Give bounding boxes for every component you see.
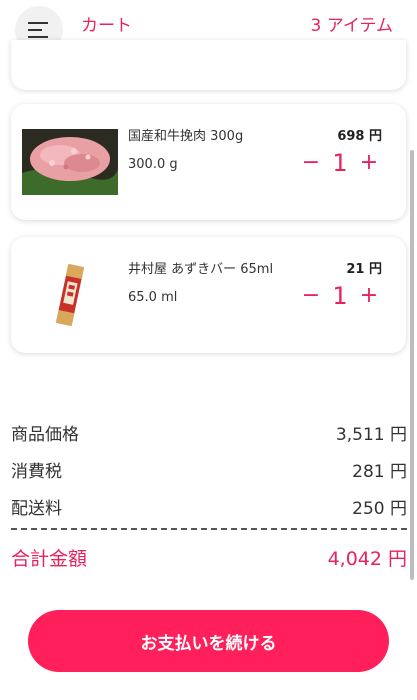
cart-item-card: 井村屋 あずきバー 65ml 21 円 65.0 ml − 1 + xyxy=(11,237,406,353)
tax-value: 281 円 xyxy=(352,462,407,482)
subtotal-value: 3,511 円 xyxy=(335,425,407,445)
page-title: カート xyxy=(81,16,132,36)
quantity-value: 1 xyxy=(332,149,348,177)
quantity-stepper: − 1 + xyxy=(300,151,380,175)
quantity-value: 1 xyxy=(332,282,348,310)
continue-payment-button[interactable]: お支払いを続ける xyxy=(28,610,389,672)
item-weight: 65.0 ml xyxy=(128,290,178,305)
azuki-bar-image xyxy=(22,262,118,328)
item-name: 井村屋 あずきバー 65ml xyxy=(128,262,274,277)
item-weight: 300.0 g xyxy=(128,157,178,172)
item-price: 698 円 xyxy=(337,129,382,144)
subtotal-label: 商品価格 xyxy=(11,425,79,445)
total-value: 4,042 円 xyxy=(327,548,407,570)
increase-quantity-button[interactable]: + xyxy=(358,152,380,174)
scrollbar[interactable] xyxy=(410,150,414,580)
summary-divider xyxy=(11,528,407,530)
hamburger-menu-icon xyxy=(28,22,48,38)
shipping-value: 250 円 xyxy=(352,499,407,519)
cart-item-card-partial xyxy=(11,40,406,90)
quantity-stepper: − 1 + xyxy=(300,284,380,308)
decrease-quantity-button[interactable]: − xyxy=(300,285,322,307)
cart-item-card: 国産和牛挽肉 300g 698 円 300.0 g − 1 + xyxy=(11,104,406,220)
shipping-label: 配送料 xyxy=(11,499,62,519)
item-price: 21 円 xyxy=(346,262,382,277)
item-name: 国産和牛挽肉 300g xyxy=(128,129,244,144)
ground-beef-image xyxy=(22,129,118,195)
total-label: 合計金額 xyxy=(11,548,88,570)
decrease-quantity-button[interactable]: − xyxy=(300,152,322,174)
tax-label: 消費税 xyxy=(11,462,62,482)
increase-quantity-button[interactable]: + xyxy=(358,285,380,307)
item-count: 3 アイテム xyxy=(310,16,393,36)
